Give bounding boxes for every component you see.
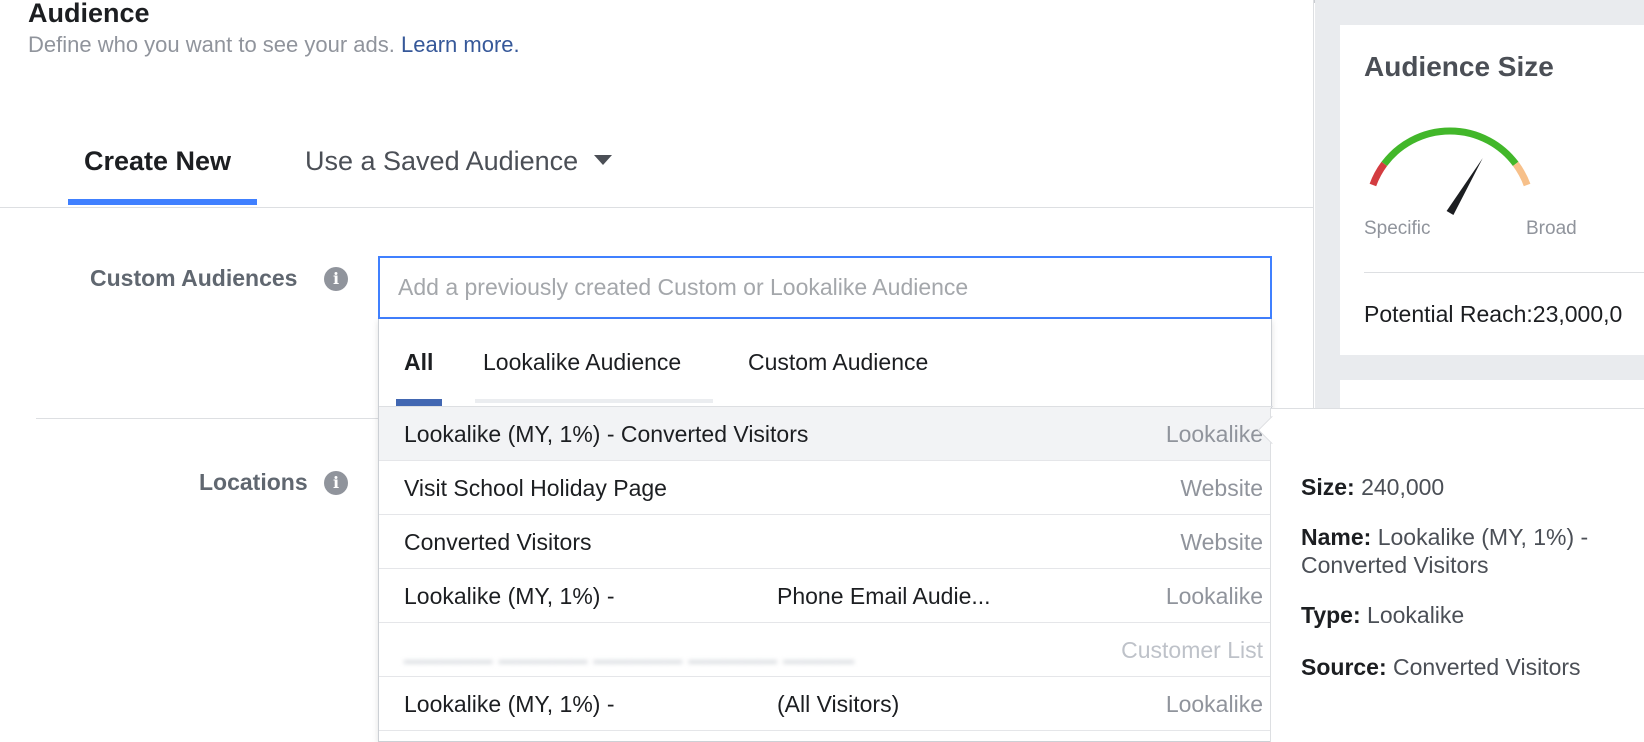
info-icon[interactable]: i [324, 471, 348, 495]
redacted-area [619, 683, 769, 725]
audience-list: Lookalike (MY, 1%) - Converted Visitors … [379, 407, 1271, 731]
active-tab-indicator [68, 199, 257, 205]
detail-source-value: Converted Visitors [1393, 654, 1581, 680]
audience-type: Lookalike [1165, 583, 1263, 609]
gauge-arc-broad [1512, 161, 1531, 187]
detail-name-label: Name: [1301, 524, 1372, 550]
tabs-divider [0, 207, 1314, 208]
detail-source-label: Source: [1301, 654, 1387, 680]
audience-name: Lookalike (MY, 1%) - Converted Visitors [404, 421, 809, 447]
audience-name: Lookalike (MY, 1%) - [404, 691, 615, 717]
caret-down-icon [594, 154, 613, 165]
audience-name: Converted Visitors [404, 529, 592, 555]
gauge-needle [1446, 158, 1483, 215]
potential-reach: Potential Reach:23,000,0 [1364, 301, 1623, 327]
audience-type: Lookalike [1165, 421, 1263, 447]
list-item[interactable]: Converted Visitors Website [379, 515, 1271, 569]
list-item[interactable]: Lookalike (MY, 1%) - Phone Email Audie..… [379, 569, 1271, 623]
audience-type: Website [1180, 475, 1263, 501]
audience-name-tail: (All Visitors) [777, 691, 900, 717]
detail-type: Type: Lookalike [1301, 601, 1631, 629]
gauge-arc-defined [1381, 127, 1519, 166]
tab-use-saved-audience[interactable]: Use a Saved Audience [305, 146, 613, 177]
audience-size-gauge [1369, 127, 1531, 215]
detail-size-value: 240,000 [1361, 474, 1445, 500]
dropdown-tab-custom[interactable]: Custom Audience [748, 349, 928, 376]
custom-audiences-label: Custom Audiences [90, 265, 298, 291]
dropdown-tab-all[interactable]: All [404, 349, 433, 376]
audience-name: Visit School Holiday Page [404, 475, 667, 501]
card-divider [1364, 272, 1644, 273]
list-item[interactable]: Lookalike (MY, 1%) - (All Visitors) Look… [379, 677, 1271, 731]
locations-label: Locations [199, 469, 308, 495]
section-subtitle: Define who you want to see your ads. Lea… [28, 32, 520, 58]
redacted-area [619, 575, 769, 617]
detail-size-label: Size: [1301, 474, 1355, 500]
gauge-specific-label: Specific [1364, 218, 1431, 239]
audience-size-title: Audience Size [1364, 51, 1554, 82]
audience-name: Lookalike (MY, 1%) - [404, 583, 615, 609]
detail-type-label: Type: [1301, 602, 1361, 628]
detail-source: Source: Converted Visitors [1301, 653, 1631, 681]
list-item[interactable]: Visit School Holiday Page Website [379, 461, 1271, 515]
field-divider [36, 418, 380, 419]
tab-create-new[interactable]: Create New [84, 146, 231, 177]
section-title: Audience [28, 0, 150, 28]
gauge-broad-label: Broad [1526, 218, 1577, 239]
audience-type: Lookalike [1165, 691, 1263, 717]
blurred-audience-name: ▁▁▁▁▁ ▁▁▁▁▁ ▁▁▁▁▁ ▁▁▁▁▁ ▁▁▁▁ [404, 637, 855, 663]
audience-type: Customer List [1121, 637, 1263, 663]
dropdown-tab-lookalike[interactable]: Lookalike Audience [483, 349, 681, 376]
learn-more-link[interactable]: Learn more. [401, 32, 520, 57]
audience-name-tail: Phone Email Audie... [777, 583, 991, 609]
detail-size: Size: 240,000 [1301, 473, 1631, 501]
detail-type-value: Lookalike [1367, 602, 1465, 628]
tab-use-saved-label: Use a Saved Audience [305, 146, 579, 176]
detail-name: Name: Lookalike (MY, 1%) - Converted Vis… [1301, 523, 1631, 579]
custom-audience-search-input[interactable] [378, 256, 1272, 319]
audience-dropdown: All Lookalike Audience Custom Audience L… [378, 319, 1273, 742]
audience-type: Website [1180, 529, 1263, 555]
gauge-arc-specific [1369, 161, 1388, 187]
audience-size-card: Audience Size Specific Broad Potential R… [1340, 25, 1644, 355]
subtitle-text: Define who you want to see your ads. [28, 32, 395, 57]
dropdown-active-tab-indicator [396, 399, 442, 406]
info-icon[interactable]: i [324, 267, 348, 291]
list-item[interactable]: ▁▁▁▁▁ ▁▁▁▁▁ ▁▁▁▁▁ ▁▁▁▁▁ ▁▁▁▁ Customer Li… [379, 623, 1271, 677]
audience-details-popover: Size: 240,000 Name: Lookalike (MY, 1%) -… [1270, 408, 1644, 742]
dropdown-hover-tab-indicator [475, 399, 713, 403]
list-item[interactable]: Lookalike (MY, 1%) - Converted Visitors … [379, 407, 1271, 461]
